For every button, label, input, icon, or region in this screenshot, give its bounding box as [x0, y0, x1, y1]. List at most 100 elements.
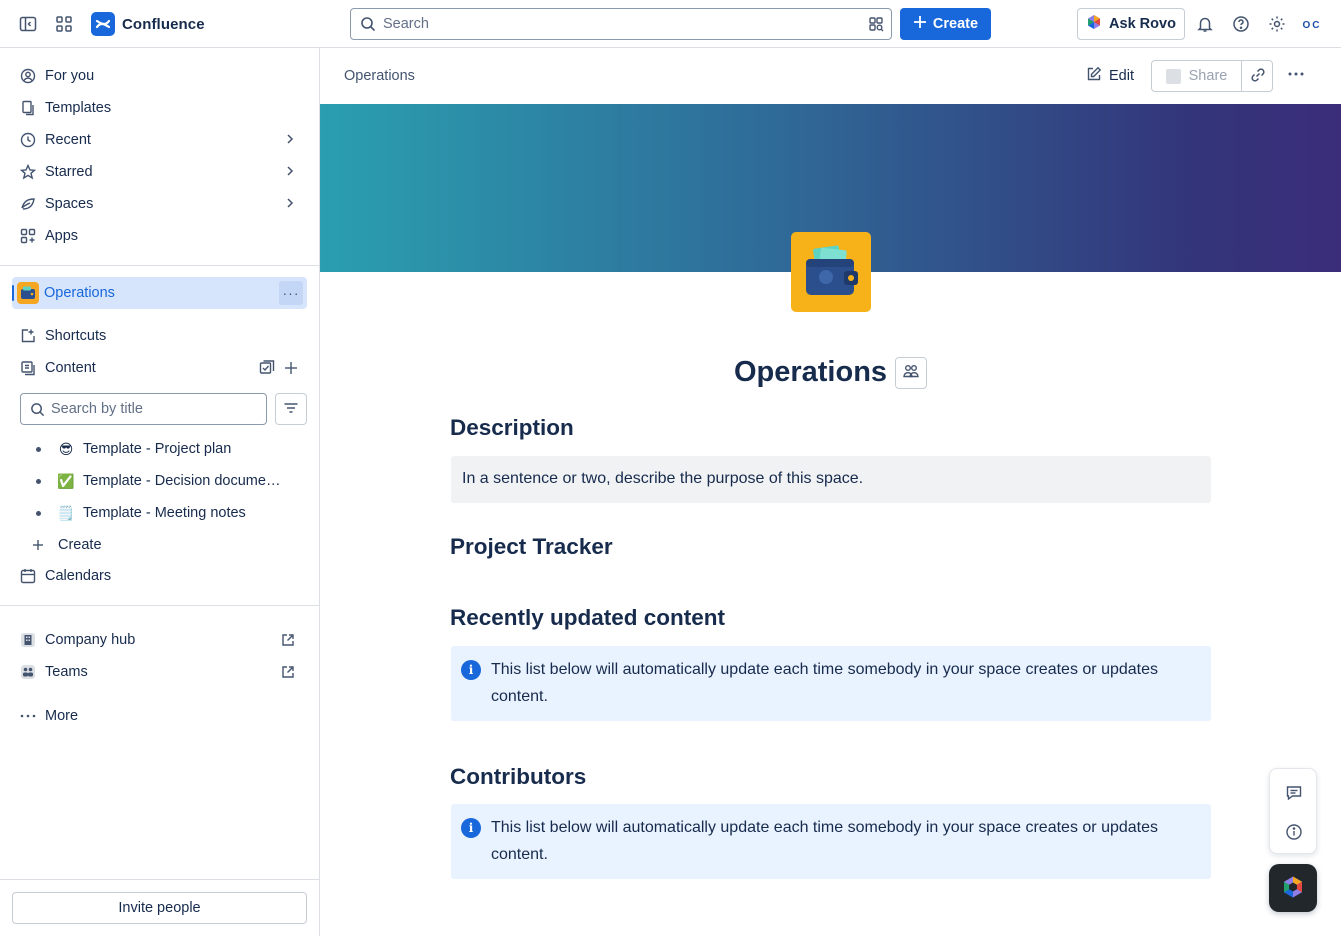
link-icon — [1250, 67, 1266, 86]
sidebar-divider — [0, 879, 319, 880]
search-filter-icon[interactable] — [868, 16, 884, 36]
create-from-template-icon[interactable] — [259, 360, 275, 380]
sidebar-item-space-operations[interactable]: Operations ··· — [12, 277, 307, 309]
sidebar-toggle-icon[interactable] — [12, 8, 44, 40]
page-info-icon[interactable] — [1284, 822, 1304, 842]
ask-rovo-button[interactable]: Ask Rovo — [1077, 8, 1185, 40]
sidebar-item-for-you[interactable]: For you — [12, 61, 307, 91]
sidebar-item-content[interactable]: Content — [12, 353, 307, 383]
emoji-icon: 🗒️ — [57, 504, 75, 521]
sidebar-item-more[interactable]: More — [12, 701, 307, 731]
search-by-title-placeholder: Search by title — [51, 401, 143, 417]
sidebar-item-templates[interactable]: Templates — [12, 93, 307, 123]
tree-create-button[interactable]: Create — [32, 530, 292, 560]
share-button[interactable]: Share — [1152, 61, 1242, 91]
tree-item-decision-documentation[interactable]: ✅ Template - Decision documentation — [36, 466, 296, 496]
search-icon — [30, 402, 45, 421]
sidebar-item-starred[interactable]: Starred — [12, 157, 307, 187]
top-navigation-bar: Confluence Search Create Ask Rovo OC — [0, 0, 1341, 48]
sidebar-item-calendars[interactable]: Calendars — [12, 561, 307, 591]
emoji-icon: 😎 — [58, 440, 74, 457]
share-avatar-icon — [1165, 68, 1181, 84]
sidebar-item-spaces[interactable]: Spaces — [12, 189, 307, 219]
sidebar-item-recent[interactable]: Recent — [12, 125, 307, 155]
app-switcher-icon[interactable] — [48, 8, 80, 40]
search-input[interactable]: Search — [350, 8, 892, 40]
external-link-icon[interactable] — [281, 633, 295, 651]
chevron-right-icon[interactable] — [283, 196, 297, 214]
settings-gear-icon[interactable] — [1261, 8, 1293, 40]
tree-item-meeting-notes[interactable]: 🗒️ Template - Meeting notes — [36, 498, 296, 528]
add-content-plus-icon[interactable] — [283, 360, 299, 380]
sidebar-item-teams[interactable]: Teams — [12, 657, 307, 687]
sidebar-item-label: Spaces — [45, 196, 94, 212]
teams-icon — [20, 664, 36, 680]
page-title-row: Operations — [320, 356, 1341, 389]
space-wallet-icon — [791, 232, 871, 312]
edit-button-label: Edit — [1109, 68, 1134, 84]
sidebar-item-label: Templates — [45, 100, 112, 116]
rovo-icon — [1281, 875, 1305, 902]
template-icon — [20, 100, 36, 116]
plus-icon — [32, 539, 48, 551]
main-content: Operations Edit Share Operations Descrip… — [320, 48, 1341, 936]
rovo-chat-button[interactable] — [1269, 864, 1317, 912]
tree-item-title: Template - Meeting notes — [83, 505, 246, 521]
sidebar-item-label: Recent — [45, 132, 91, 148]
more-actions-icon[interactable]: ··· — [279, 281, 303, 305]
sidebar-item-label: Shortcuts — [45, 328, 107, 344]
edit-button[interactable]: Edit — [1078, 60, 1142, 92]
comments-icon[interactable] — [1284, 783, 1304, 803]
confluence-logo[interactable]: Confluence — [91, 12, 205, 36]
chevron-right-icon[interactable] — [283, 164, 297, 182]
sidebar-item-shortcuts[interactable]: Shortcuts — [12, 321, 307, 351]
breadcrumb[interactable]: Operations — [344, 68, 415, 84]
sidebar-item-apps[interactable]: Apps — [12, 221, 307, 251]
page-title: Operations — [733, 356, 888, 388]
plus-icon — [913, 15, 927, 33]
tree-item-project-plan[interactable]: 😎 Template - Project plan — [36, 434, 296, 464]
tree-item-title: Template - Project plan — [83, 441, 232, 457]
sidebar-item-label: Calendars — [45, 568, 112, 584]
invite-people-button[interactable]: Invite people — [12, 892, 307, 924]
copy-link-button[interactable] — [1242, 61, 1273, 91]
sidebar-item-company-hub[interactable]: Company hub — [12, 625, 307, 655]
sidebar-item-label: For you — [45, 68, 95, 84]
more-dots-icon — [1287, 65, 1305, 88]
more-actions-button[interactable] — [1282, 60, 1310, 92]
contributors-info-panel: i This list below will automatically upd… — [451, 804, 1211, 879]
user-avatar[interactable]: OC — [1299, 12, 1325, 38]
rovo-icon — [1086, 14, 1102, 34]
recently-updated-heading: Recently updated content — [450, 605, 726, 630]
notifications-bell-icon[interactable] — [1189, 8, 1221, 40]
space-members-button[interactable] — [895, 356, 928, 389]
more-dots-icon — [20, 708, 36, 724]
filter-button[interactable] — [275, 393, 307, 425]
share-button-label: Share — [1188, 68, 1228, 84]
external-link-icon[interactable] — [281, 665, 295, 683]
sidebar: For you Templates Recent Starred Spaces — [0, 48, 320, 936]
pencil-icon — [1086, 66, 1102, 86]
bullet-icon — [36, 478, 41, 484]
people-icon — [902, 362, 920, 383]
sidebar-item-label: More — [45, 708, 79, 724]
contributors-info-text: This list below will automatically updat… — [491, 819, 1158, 863]
building-icon — [20, 632, 36, 648]
sidebar-item-label: Apps — [45, 228, 79, 244]
selected-indicator — [12, 285, 14, 301]
sidebar-item-label: Teams — [45, 664, 88, 680]
chevron-right-icon[interactable] — [283, 132, 297, 150]
bullet-icon — [36, 510, 41, 516]
create-button-label: Create — [932, 16, 979, 32]
description-placeholder-box: In a sentence or two, describe the purpo… — [451, 456, 1211, 503]
confluence-logo-icon — [91, 12, 115, 36]
create-button[interactable]: Create — [900, 8, 991, 40]
wallet-icon — [17, 282, 39, 304]
search-by-title-input[interactable]: Search by title — [20, 393, 267, 425]
share-button-group: Share — [1151, 60, 1273, 92]
help-icon[interactable] — [1225, 8, 1257, 40]
sidebar-item-label: Company hub — [45, 632, 136, 648]
bullet-icon — [36, 446, 41, 452]
recently-updated-info-panel: i This list below will automatically upd… — [451, 646, 1211, 721]
tree-create-label: Create — [58, 537, 102, 553]
